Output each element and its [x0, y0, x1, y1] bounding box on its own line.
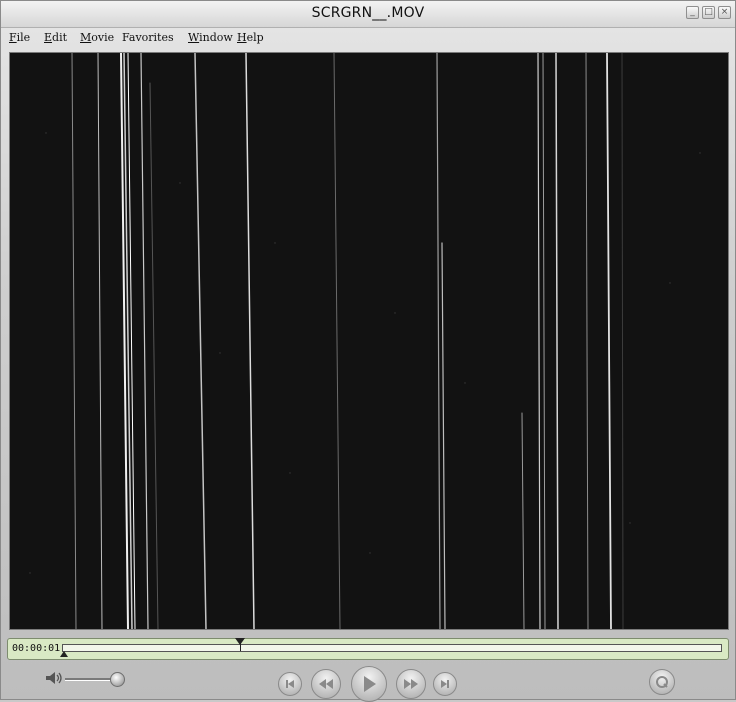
video-frame[interactable]: [9, 52, 729, 630]
window-title: SCRGRN__.MOV: [311, 5, 425, 21]
in-point-marker[interactable]: [60, 651, 68, 657]
skip-to-end-icon: [441, 680, 449, 688]
volume-slider-knob[interactable]: [109, 672, 125, 687]
timeline-bar[interactable]: 00:00:01: [7, 638, 729, 660]
video-content: [10, 53, 728, 629]
maximize-button[interactable]: □: [702, 6, 715, 19]
playhead-marker[interactable]: [235, 638, 246, 645]
close-button[interactable]: ×: [718, 6, 731, 19]
menu-favorites[interactable]: Favorites: [122, 31, 174, 44]
play-button[interactable]: [351, 666, 387, 702]
rewind-icon: [319, 679, 333, 689]
skip-to-start-button[interactable]: [278, 672, 302, 696]
menu-edit[interactable]: Edit: [44, 31, 67, 44]
play-icon: [364, 676, 376, 692]
skip-to-start-icon: [286, 680, 294, 688]
menu-window[interactable]: Window: [188, 31, 233, 44]
speaker-icon[interactable]: [45, 671, 63, 685]
rewind-button[interactable]: [311, 669, 341, 699]
fast-forward-button[interactable]: [396, 669, 426, 699]
quicktime-logo-icon: [656, 676, 668, 688]
menu-bar: File Edit Movie Favorites Window Help: [1, 28, 735, 48]
timeline-track[interactable]: [62, 644, 722, 652]
player-window: SCRGRN__.MOV _ □ × File Edit Movie Favor…: [0, 0, 736, 702]
fast-forward-icon: [404, 679, 418, 689]
quicktime-button[interactable]: [649, 669, 675, 695]
menu-movie[interactable]: Movie: [80, 31, 114, 44]
title-bar[interactable]: SCRGRN__.MOV _ □ ×: [1, 1, 735, 28]
minimize-button[interactable]: _: [686, 6, 699, 19]
menu-help[interactable]: Help: [237, 31, 264, 44]
skip-to-end-button[interactable]: [433, 672, 457, 696]
timecode-display: 00:00:01: [12, 643, 61, 654]
controls-bar: [1, 663, 735, 702]
menu-file[interactable]: File: [9, 31, 30, 44]
